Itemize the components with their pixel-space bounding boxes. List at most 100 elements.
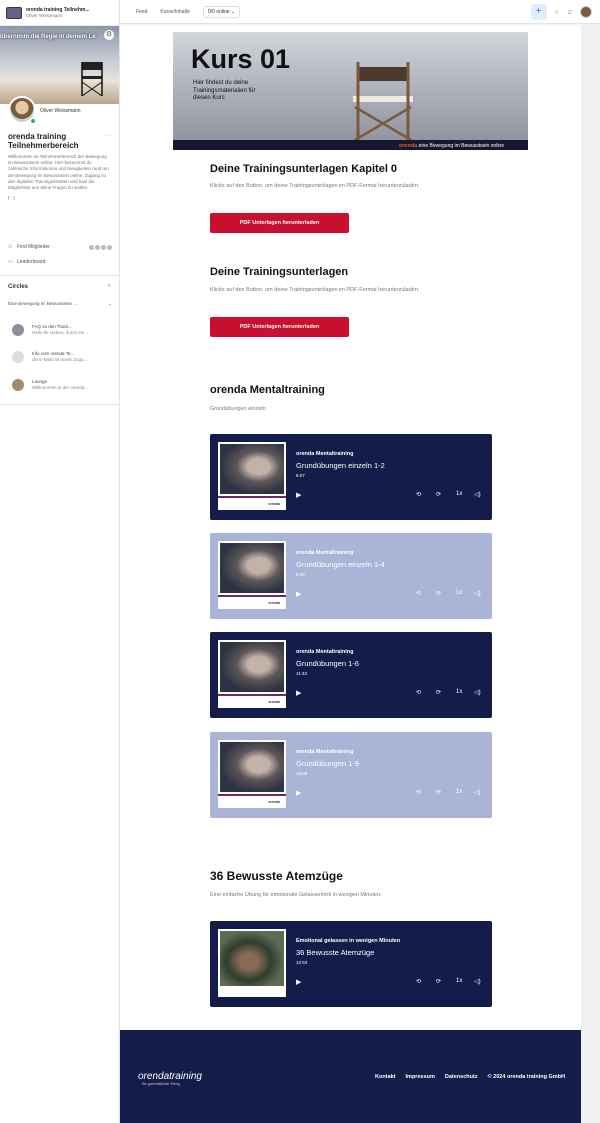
channel-item[interactable]: Lounge Willkommen in der orenda ... bbox=[12, 379, 112, 391]
scrollbar-track[interactable] bbox=[581, 25, 600, 1123]
volume-icon[interactable]: ◁) bbox=[474, 590, 481, 597]
members-label: Find Mitglieder bbox=[17, 244, 50, 250]
section-text: Eine einfache Übung für emotionale Gelas… bbox=[210, 892, 382, 898]
footer: orendatraining Ein ganzheitlicher Erfolg… bbox=[120, 1030, 581, 1123]
channel-item[interactable]: FAQ zu den Traini... Hallo ihr Lieben, du… bbox=[12, 324, 112, 336]
rewind-icon[interactable]: ⟲ bbox=[416, 789, 421, 796]
channel-avatar bbox=[12, 379, 24, 391]
speed-control[interactable]: 1x bbox=[456, 789, 462, 795]
speed-control[interactable]: 1x bbox=[456, 590, 462, 596]
owner-name[interactable]: Oliver Weissmann bbox=[40, 108, 80, 114]
circle-dropdown[interactable]: Eine Bewegung im Bewusstsein ... ⌄ bbox=[8, 301, 112, 307]
hero-brand-logo: orenda bbox=[398, 143, 418, 149]
facebook-icon[interactable]: f bbox=[8, 196, 9, 202]
play-icon[interactable]: ▶ bbox=[296, 689, 301, 697]
forward-icon[interactable]: ⟳ bbox=[436, 590, 441, 597]
channel-preview: die E-Mail mit euren Zuga... bbox=[32, 357, 88, 362]
footer-copyright: © 2024 orenda training GmbH bbox=[487, 1074, 565, 1080]
chevron-down-icon: ⌄ bbox=[108, 301, 112, 306]
workspace-user: Oliver Weissmann bbox=[26, 12, 63, 18]
trophy-icon: ▭ bbox=[8, 259, 13, 265]
track-duration: 12:53 bbox=[296, 960, 308, 965]
social-links: f t bbox=[8, 196, 112, 202]
online-count[interactable]: 0/0 online ⌄ bbox=[202, 5, 241, 18]
play-icon[interactable]: ▶ bbox=[296, 491, 301, 499]
volume-icon[interactable]: ◁) bbox=[474, 978, 481, 985]
speed-control[interactable]: 1x bbox=[456, 689, 462, 695]
channel-preview: Hallo ihr Lieben, durch ein ... bbox=[32, 330, 90, 335]
twitter-icon[interactable]: t bbox=[13, 196, 14, 202]
user-avatar[interactable] bbox=[580, 6, 592, 18]
footer-link-privacy[interactable]: Datenschutz bbox=[445, 1074, 478, 1080]
footer-tagline: Ein ganzheitlicher Erfolg bbox=[142, 1082, 180, 1086]
footer-link-contact[interactable]: Kontakt bbox=[375, 1074, 395, 1080]
speed-control[interactable]: 1x bbox=[456, 491, 462, 497]
track-duration: 15:00 bbox=[296, 771, 308, 776]
rewind-icon[interactable]: ⟲ bbox=[416, 689, 421, 696]
channel-item[interactable]: Info vom orenda Te... die E-Mail mit eure… bbox=[12, 351, 112, 363]
online-indicator bbox=[30, 118, 36, 124]
search-icon[interactable]: ⌕ bbox=[108, 283, 111, 290]
thumbnail-logo: orenda bbox=[268, 502, 280, 506]
track-title: Grundübungen einzeln 1-2 bbox=[296, 461, 385, 470]
workspace-logo bbox=[6, 6, 22, 19]
speed-control[interactable]: 1x bbox=[456, 978, 462, 984]
footer-logo[interactable]: orendatraining bbox=[138, 1071, 202, 1082]
gear-icon[interactable]: ⚙ bbox=[104, 30, 114, 40]
community-info: orenda training Teilnehmerbereich ··· Wi… bbox=[0, 132, 119, 202]
play-icon[interactable]: ▶ bbox=[296, 789, 301, 797]
leaderboard-link[interactable]: ▭ Leaderboard bbox=[8, 259, 112, 265]
forward-icon[interactable]: ⟳ bbox=[436, 491, 441, 498]
footer-link-imprint[interactable]: Impressum bbox=[406, 1074, 435, 1080]
director-chair-image bbox=[353, 62, 413, 142]
hero-brand: orenda eine Bewegung im Bewusstsein onli… bbox=[399, 143, 504, 149]
thumbnail-image bbox=[220, 931, 284, 986]
section-text: Klicke auf den Button, um deine Training… bbox=[210, 183, 420, 189]
rewind-icon[interactable]: ⟲ bbox=[416, 491, 421, 498]
volume-icon[interactable]: ◁) bbox=[474, 491, 481, 498]
track-thumbnail: orenda bbox=[218, 740, 286, 808]
forward-icon[interactable]: ⟳ bbox=[436, 978, 441, 985]
banner-text: übernimm die Regie in deinem Le bbox=[0, 34, 96, 40]
play-icon[interactable]: ▶ bbox=[296, 978, 301, 986]
footer-logo-a: orenda bbox=[138, 1071, 170, 1082]
rewind-icon[interactable]: ⟲ bbox=[416, 590, 421, 597]
channel-avatar bbox=[12, 324, 24, 336]
forward-icon[interactable]: ⟳ bbox=[436, 789, 441, 796]
pdf-download-button[interactable]: PDF Unterlagen herunterladen bbox=[210, 317, 349, 337]
search-icon[interactable]: ○ bbox=[555, 9, 559, 16]
audio-player[interactable]: orenda orenda Mentaltraining Grundübunge… bbox=[210, 732, 492, 818]
circles-title: Circles bbox=[8, 284, 29, 290]
top-bar: Feed Kurse/Inhalte 0/0 online ⌄ + ○ ♫ bbox=[120, 0, 600, 24]
forward-icon[interactable]: ⟳ bbox=[436, 689, 441, 696]
more-icon[interactable]: ··· bbox=[105, 132, 112, 139]
hero-subtitle: Hier findest du deine Trainingsmateriali… bbox=[193, 80, 256, 101]
audio-player[interactable]: Emotional gelassen in wenigen Minuten 36… bbox=[210, 921, 492, 1007]
leaderboard-label: Leaderboard bbox=[17, 259, 46, 265]
play-icon[interactable]: ▶ bbox=[296, 590, 301, 598]
thumbnail-bar bbox=[218, 794, 286, 796]
thumbnail-bar bbox=[218, 595, 286, 597]
hero-brand-text: eine Bewegung im Bewusstsein online bbox=[418, 143, 504, 149]
audio-player[interactable]: orenda orenda Mentaltraining Grundübunge… bbox=[210, 533, 492, 619]
bell-icon[interactable]: ♫ bbox=[567, 9, 572, 16]
track-album: Emotional gelassen in wenigen Minuten bbox=[296, 938, 401, 944]
divider bbox=[0, 275, 119, 276]
volume-icon[interactable]: ◁) bbox=[474, 689, 481, 696]
rewind-icon[interactable]: ⟲ bbox=[416, 978, 421, 985]
audio-player[interactable]: orenda orenda Mentaltraining Grundübunge… bbox=[210, 434, 492, 520]
online-count-label: 0/0 online bbox=[207, 8, 230, 15]
add-icon[interactable]: + bbox=[530, 4, 547, 20]
divider bbox=[0, 404, 119, 405]
members-link[interactable]: ⚇ Find Mitglieder bbox=[8, 244, 112, 250]
section-heading: orenda Mentaltraining bbox=[210, 384, 325, 396]
channel-avatar bbox=[12, 351, 24, 363]
volume-icon[interactable]: ◁) bbox=[474, 789, 481, 796]
audio-player[interactable]: orenda orenda Mentaltraining Grundübunge… bbox=[210, 632, 492, 718]
workspace-switcher[interactable]: orenda training Teilnehm... Oliver Weiss… bbox=[0, 0, 119, 26]
nav-feed[interactable]: Feed bbox=[136, 9, 147, 15]
thumbnail-image bbox=[220, 642, 284, 692]
pdf-download-button[interactable]: PDF Unterlagen herunterladen bbox=[210, 213, 349, 233]
nav-courses[interactable]: Kurse/Inhalte bbox=[160, 9, 189, 15]
footer-logo-b: training bbox=[169, 1071, 202, 1082]
